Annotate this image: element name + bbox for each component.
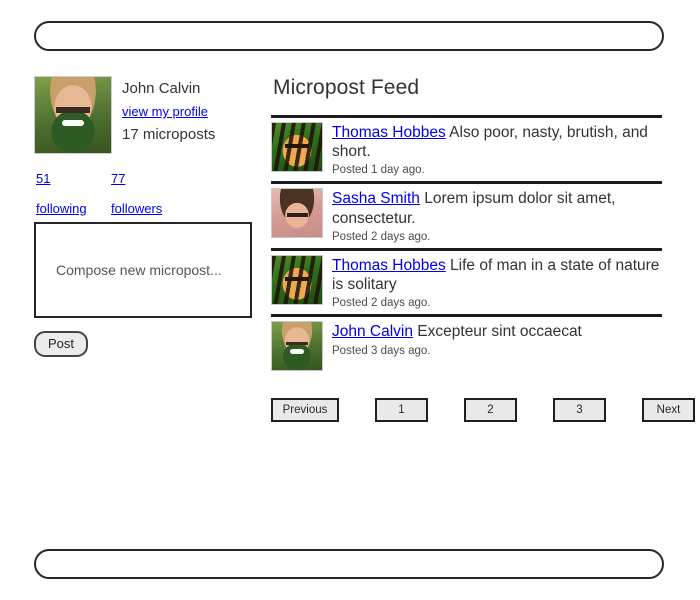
post-body: Thomas Hobbes Life of man in a state of … bbox=[332, 255, 662, 309]
following-count[interactable]: 51 bbox=[36, 171, 87, 186]
avatar[interactable] bbox=[271, 188, 323, 239]
post-content: Thomas Hobbes Also poor, nasty, brutish,… bbox=[332, 123, 662, 161]
woman-avatar-image bbox=[272, 189, 322, 238]
list-item: John Calvin Excepteur sint occaecat Post… bbox=[271, 317, 662, 376]
post-content: Thomas Hobbes Life of man in a state of … bbox=[332, 256, 662, 294]
avatar bbox=[34, 76, 112, 154]
post-author-link[interactable]: Thomas Hobbes bbox=[332, 124, 446, 141]
pagination: Previous 1 2 3 Next bbox=[271, 398, 695, 422]
list-item: Thomas Hobbes Life of man in a state of … bbox=[271, 251, 662, 314]
pagination-next-button[interactable]: Next bbox=[642, 398, 695, 422]
post-author-link[interactable]: John Calvin bbox=[332, 323, 413, 340]
list-item: Sasha Smith Lorem ipsum dolor sit amet, … bbox=[271, 184, 662, 247]
compose-placeholder: Compose new micropost... bbox=[56, 262, 222, 278]
tiger-avatar-image bbox=[272, 255, 322, 304]
micropost-feed: Micropost Feed Thomas Hobbes Also poor, … bbox=[271, 76, 662, 376]
post-body: Thomas Hobbes Also poor, nasty, brutish,… bbox=[332, 122, 662, 176]
micropost-count: 17 microposts bbox=[122, 125, 216, 143]
stat-followers[interactable]: 77 followers bbox=[111, 171, 162, 216]
avatar[interactable] bbox=[271, 122, 323, 172]
post-author-link[interactable]: Thomas Hobbes bbox=[332, 257, 446, 274]
header-bar[interactable] bbox=[34, 21, 664, 51]
user-stats: 51 following 77 followers bbox=[34, 171, 259, 219]
boy-avatar-image bbox=[272, 322, 322, 371]
post-button[interactable]: Post bbox=[34, 331, 89, 357]
stat-following[interactable]: 51 following bbox=[36, 171, 87, 216]
user-name: John Calvin bbox=[122, 80, 201, 97]
post-content: Sasha Smith Lorem ipsum dolor sit amet, … bbox=[332, 189, 662, 227]
avatar[interactable] bbox=[271, 321, 323, 372]
pagination-page-2-button[interactable]: 2 bbox=[464, 398, 517, 422]
post-timestamp: Posted 1 day ago. bbox=[332, 164, 425, 177]
user-meta: John Calvin view my profile 17 micropost… bbox=[122, 76, 215, 146]
user-sidebar: John Calvin view my profile 17 micropost… bbox=[34, 76, 259, 357]
post-body: John Calvin Excepteur sint occaecat Post… bbox=[332, 321, 662, 356]
post-timestamp: Posted 2 days ago. bbox=[332, 230, 431, 243]
pagination-page-3-button[interactable]: 3 bbox=[553, 398, 606, 422]
post-timestamp: Posted 2 days ago. bbox=[332, 297, 431, 310]
view-profile-link[interactable]: view my profile bbox=[122, 102, 208, 121]
user-info-block: John Calvin view my profile 17 micropost… bbox=[34, 76, 259, 154]
post-author-link[interactable]: Sasha Smith bbox=[332, 190, 420, 207]
pagination-previous-button[interactable]: Previous bbox=[271, 398, 339, 422]
followers-label[interactable]: followers bbox=[111, 201, 162, 216]
post-timestamp: Posted 3 days ago. bbox=[332, 344, 431, 357]
following-label[interactable]: following bbox=[36, 201, 87, 216]
page-title: Micropost Feed bbox=[273, 76, 420, 99]
list-item: Thomas Hobbes Also poor, nasty, brutish,… bbox=[271, 118, 662, 181]
post-text: Excepteur sint occaecat bbox=[413, 323, 582, 341]
avatar[interactable] bbox=[271, 254, 323, 305]
footer-bar[interactable] bbox=[34, 549, 664, 579]
followers-count[interactable]: 77 bbox=[111, 171, 162, 186]
compose-micropost-input[interactable]: Compose new micropost... bbox=[34, 222, 252, 318]
pagination-page-1-button[interactable]: 1 bbox=[375, 398, 428, 422]
tiger-avatar-image bbox=[272, 123, 322, 171]
boy-avatar-image bbox=[35, 77, 111, 153]
post-content: John Calvin Excepteur sint occaecat bbox=[332, 322, 662, 341]
post-body: Sasha Smith Lorem ipsum dolor sit amet, … bbox=[332, 188, 662, 242]
